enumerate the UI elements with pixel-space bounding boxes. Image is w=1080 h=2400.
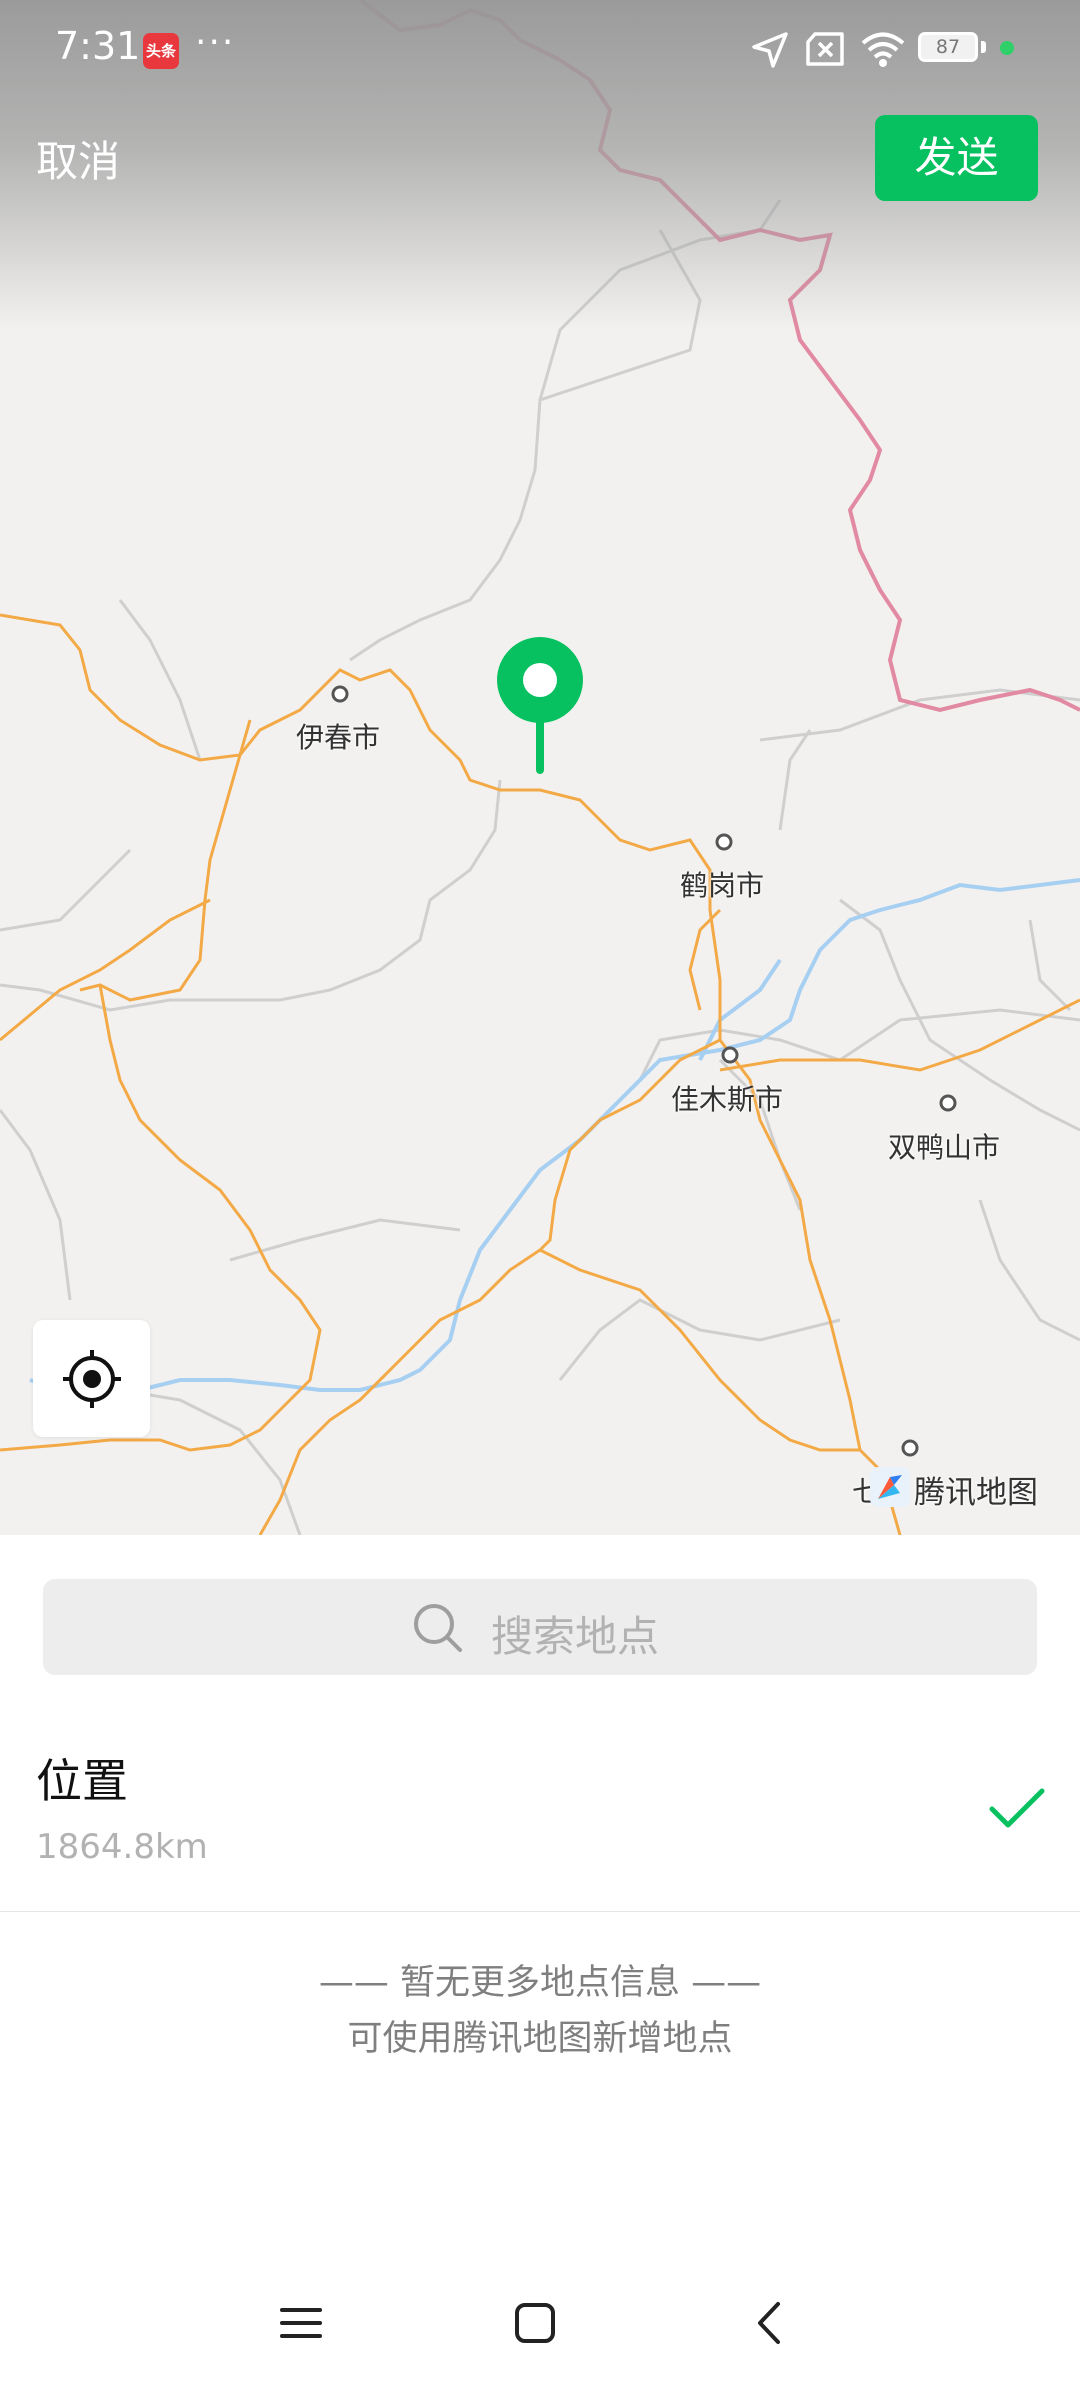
cancel-button[interactable]: 取消 — [36, 128, 120, 189]
city-marker — [901, 1439, 919, 1457]
city-marker — [331, 685, 349, 703]
location-name: 位置 — [36, 1754, 128, 1808]
city-label-shuangyashan: 双鸭山市 — [888, 1131, 1001, 1164]
screen: 伊春市 鹤岗市 佳木斯市 双鸭山市 七 腾讯地图 7:31 头条 ··· 87 … — [0, 0, 1080, 2400]
tencent-map-logo-text: 腾讯地图 — [914, 1475, 1038, 1511]
battery-tip — [981, 41, 986, 53]
toutiao-app-icon: 头条 — [143, 33, 179, 69]
search-icon — [414, 1604, 462, 1652]
navigation-bar — [0, 2280, 1080, 2380]
check-icon — [989, 1788, 1045, 1828]
back-icon[interactable] — [748, 2300, 794, 2346]
wifi-icon — [861, 32, 905, 67]
city-label-jiamusi: 佳木斯市 — [671, 1083, 784, 1116]
empty-hint: —— 暂无更多地点信息 —— 可使用腾讯地图新增地点 — [0, 1955, 1080, 2067]
location-list-item[interactable]: 位置 1864.8km — [0, 1735, 1080, 1912]
more-notifications-icon: ··· — [195, 22, 236, 63]
empty-hint-line2: 可使用腾讯地图新增地点 — [347, 2019, 733, 2059]
send-button[interactable]: 发送 — [875, 115, 1038, 201]
mic-indicator-icon — [1000, 41, 1014, 55]
locate-icon — [63, 1350, 121, 1408]
search-placeholder: 搜索地点 — [491, 1612, 660, 1661]
battery-icon: 87 — [918, 32, 978, 62]
status-icons: 87 — [750, 28, 1080, 72]
divider — [0, 1911, 1080, 1912]
home-icon[interactable] — [512, 2300, 558, 2346]
status-time: 7:31 — [55, 24, 141, 68]
menu-icon[interactable] — [278, 2300, 324, 2346]
city-marker — [939, 1094, 957, 1112]
location-arrow-icon — [752, 32, 788, 68]
status-bar: 7:31 头条 ··· 87 — [0, 0, 1080, 100]
city-label-hegang: 鹤岗市 — [680, 869, 765, 902]
tencent-map-logo-icon — [870, 1467, 910, 1507]
location-distance: 1864.8km — [36, 1827, 208, 1867]
city-marker — [721, 1046, 739, 1064]
empty-hint-line1: —— 暂无更多地点信息 —— — [318, 1963, 762, 2003]
search-input[interactable]: 搜索地点 — [43, 1579, 1037, 1675]
sim-off-icon — [806, 32, 844, 66]
map-view[interactable]: 伊春市 鹤岗市 佳木斯市 双鸭山市 七 腾讯地图 — [0, 0, 1080, 1535]
city-label-yichun: 伊春市 — [296, 721, 381, 754]
city-marker — [715, 833, 733, 851]
location-pin-icon[interactable] — [496, 636, 584, 776]
location-sheet: 搜索地点 位置 1864.8km —— 暂无更多地点信息 —— 可使用腾讯地图新… — [0, 1535, 1080, 2400]
locate-me-button[interactable] — [33, 1320, 150, 1437]
